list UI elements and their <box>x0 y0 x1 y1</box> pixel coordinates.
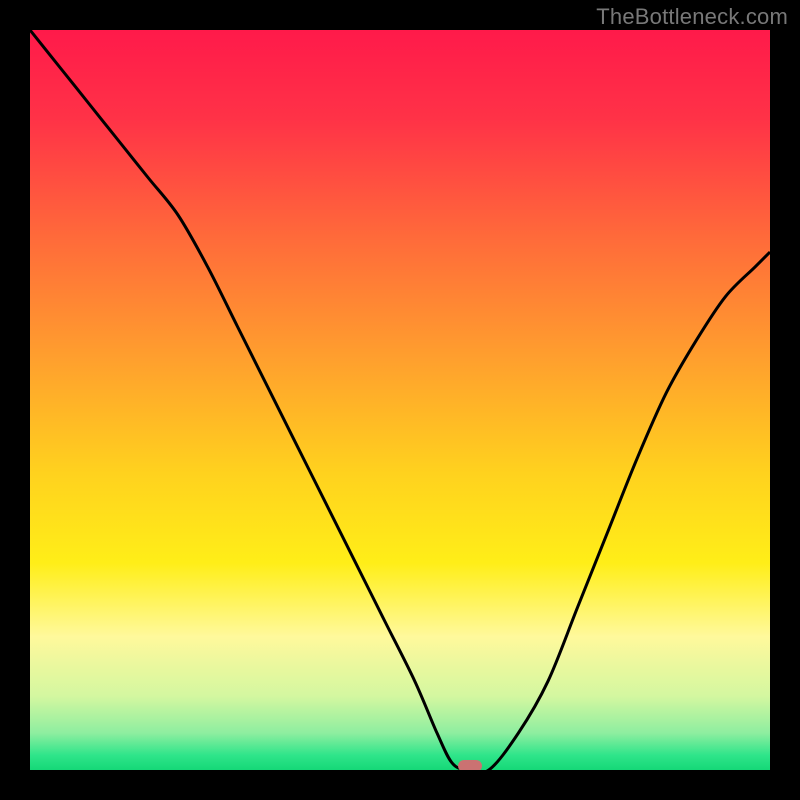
watermark-text: TheBottleneck.com <box>596 4 788 30</box>
optimal-point-marker <box>458 760 482 770</box>
bottleneck-curve <box>30 30 770 770</box>
plot-area <box>30 30 770 770</box>
curve-layer <box>30 30 770 770</box>
outer-frame: TheBottleneck.com <box>0 0 800 800</box>
